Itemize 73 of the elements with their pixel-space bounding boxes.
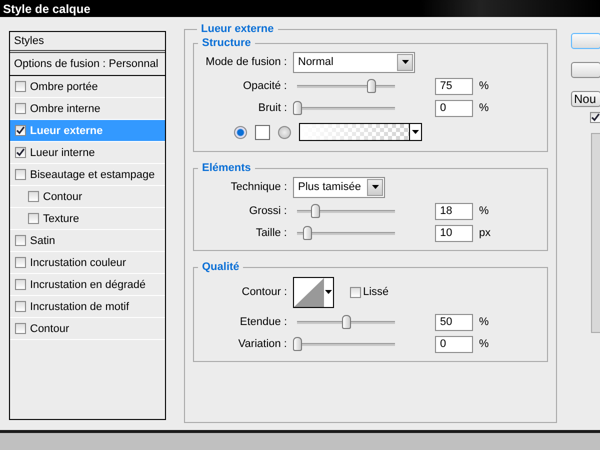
field-label: Taille : [254,227,287,239]
style-list-item[interactable]: Contour [10,318,165,340]
checkbox[interactable] [15,235,26,246]
checkbox[interactable] [15,103,26,114]
caret-icon [372,185,378,189]
style-list-item[interactable]: Contour [10,186,165,208]
field-label: Grossi : [248,205,287,217]
group-title: Structure [201,37,252,49]
slider-thumb[interactable] [293,101,302,115]
field-label: Technique : [230,181,287,193]
checkbox[interactable] [28,213,39,224]
unit-label: % [479,205,489,217]
field-label: Variation : [237,338,287,350]
dropdown[interactable]: Normal [293,52,415,72]
group-title: Eléments [201,162,252,174]
unit-label: % [479,338,489,350]
checkbox-label: Lissé [363,286,389,298]
value-field[interactable]: 75 [435,78,473,94]
slider-thumb[interactable] [342,315,351,329]
checkbox[interactable] [350,286,361,298]
checkbox[interactable] [15,279,26,290]
group-title: Qualité [201,261,240,273]
checkbox[interactable] [15,323,26,334]
value-field[interactable]: 18 [435,202,473,220]
preview-checkbox[interactable] [590,112,600,123]
unit-label: px [479,227,491,239]
slider-thumb[interactable] [310,204,320,218]
panel-header[interactable]: Styles [14,35,44,47]
contour-picker[interactable] [293,276,334,308]
caret-icon [325,290,332,294]
field-label: Mode de fusion : [204,56,287,68]
radio-button[interactable] [278,126,291,138]
dialog-button[interactable] [571,33,600,49]
style-list-item[interactable]: Incrustation en dégradé [10,274,165,296]
slider-thumb[interactable] [293,337,302,351]
checkbox[interactable] [15,257,26,268]
style-list-item[interactable]: Incrustation de motif [10,296,165,318]
style-list-item[interactable]: Ombre portée [10,76,165,98]
checkbox[interactable] [15,169,26,180]
checkbox[interactable] [15,81,26,92]
style-list-item[interactable]: Texture [10,208,165,230]
unit-label: % [479,80,489,92]
radio-button[interactable] [234,126,247,138]
slider-thumb[interactable] [302,226,312,240]
gradient-picker[interactable] [299,123,422,141]
value-field[interactable]: 50 [435,314,473,330]
caret-icon [412,130,419,134]
checkbox[interactable] [28,191,39,202]
slider-thumb[interactable] [366,79,376,93]
field-label: Contour : [240,286,287,298]
value-field[interactable]: 10 [435,224,473,242]
caret-icon [402,60,408,64]
dialog-button[interactable] [571,62,600,78]
blend-options-item[interactable]: Options de fusion : Personnal [14,58,158,70]
value-field[interactable]: 0 [435,336,473,352]
style-list-item[interactable]: Biseautage et estampage [10,164,165,186]
color-swatch[interactable] [255,124,270,140]
style-list-item[interactable]: Lueur interne [10,142,165,164]
style-list-item[interactable]: Satin [10,230,165,252]
checkbox[interactable] [15,125,26,136]
checkbox[interactable] [15,147,26,158]
dropdown[interactable]: Plus tamisée [293,176,385,198]
window-title: Style de calque [0,0,600,17]
section-title: Lueur externe [200,23,275,35]
field-label: Bruit : [257,102,287,114]
unit-label: % [479,102,489,114]
unit-label: % [479,316,489,328]
value-field[interactable]: 0 [435,100,473,116]
style-list-item[interactable]: Incrustation couleur [10,252,165,274]
new-style-button[interactable]: Nou [571,91,600,107]
field-label: Opacité : [242,80,287,92]
field-label: Etendue : [238,316,287,328]
checkbox[interactable] [15,301,26,312]
